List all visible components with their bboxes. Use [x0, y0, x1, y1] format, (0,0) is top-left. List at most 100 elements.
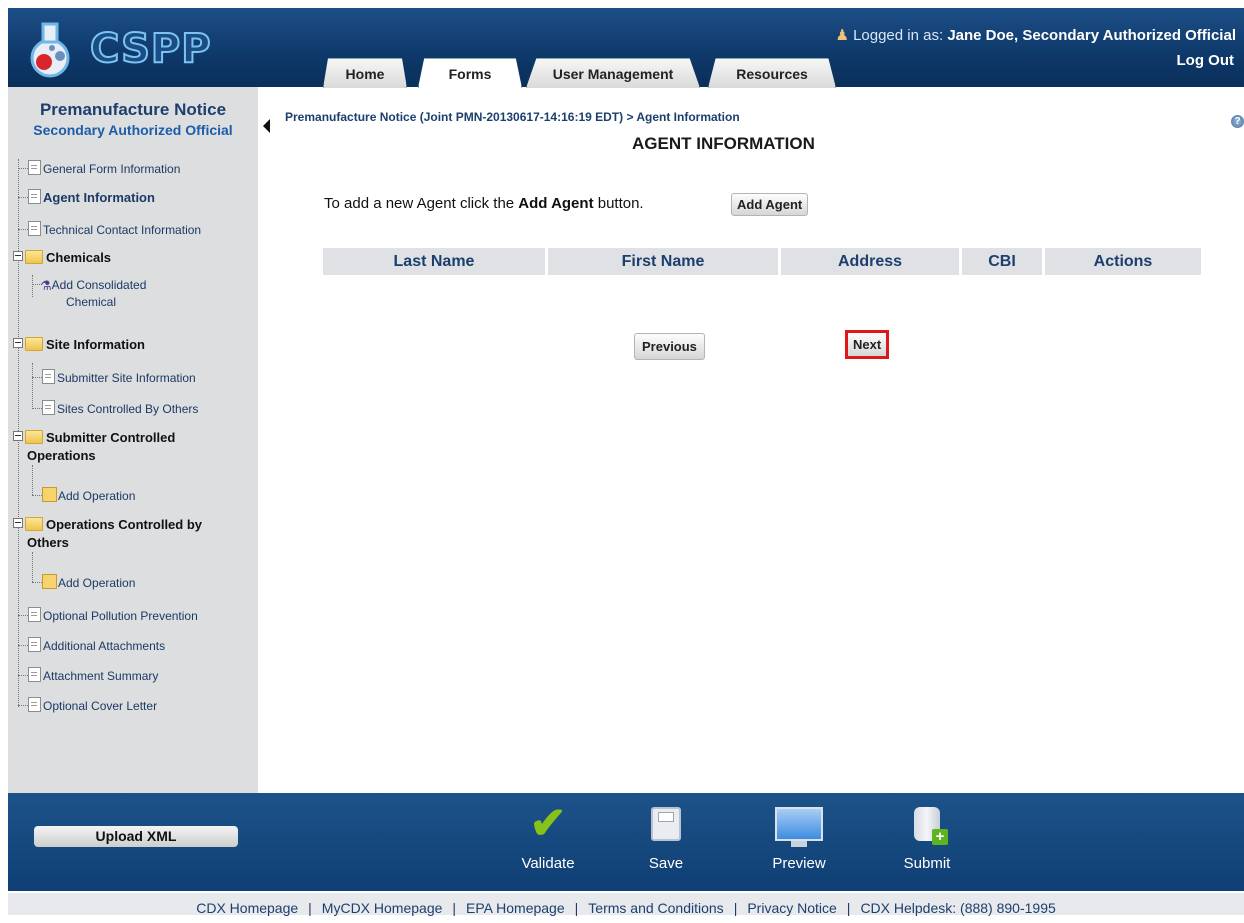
- checkmark-icon: ✔: [529, 799, 567, 848]
- save-button[interactable]: Save: [636, 799, 696, 872]
- tab-resources[interactable]: Resources: [708, 58, 836, 88]
- collapse-icon[interactable]: [13, 338, 23, 348]
- sidebar-item-operations-controlled-by-others[interactable]: Operations Controlled by Others: [13, 516, 202, 552]
- column-actions[interactable]: Actions: [1045, 248, 1201, 275]
- flask-icon: ⚗: [40, 278, 52, 293]
- epa-homepage-link[interactable]: EPA Homepage: [466, 900, 565, 916]
- sidebar-item-chemicals[interactable]: Chemicals: [13, 250, 111, 265]
- user-info: ♟ Logged in as: Jane Doe, Secondary Auth…: [835, 26, 1236, 44]
- sidebar-item-label: Additional Attachments: [43, 639, 166, 653]
- submit-button[interactable]: Submit: [894, 799, 960, 872]
- app-name: CSPP: [89, 25, 212, 73]
- sidebar-header: Premanufacture Notice Secondary Authoriz…: [8, 87, 258, 138]
- document-icon: [28, 160, 41, 175]
- validate-label: Validate: [521, 855, 575, 872]
- column-first-name[interactable]: First Name: [548, 248, 781, 275]
- monitor-icon: [775, 807, 823, 847]
- column-last-name[interactable]: Last Name: [323, 248, 548, 275]
- sidebar-item-agent-information[interactable]: Agent Information: [18, 189, 155, 205]
- terms-and-conditions-link[interactable]: Terms and Conditions: [588, 900, 723, 916]
- upload-xml-button[interactable]: Upload XML: [34, 826, 238, 847]
- save-label: Save: [648, 855, 684, 872]
- sidebar-item-optional-cover-letter[interactable]: Optional Cover Letter: [18, 697, 157, 713]
- sidebar-item-site-information[interactable]: Site Information: [13, 337, 145, 352]
- sidebar-item-label-line2: Chemical: [66, 295, 117, 309]
- document-icon: [28, 667, 41, 682]
- sidebar-item-label: Add Operation: [58, 576, 136, 590]
- footer-toolbar: Upload XML ✔ Validate Save Preview Submi…: [8, 793, 1244, 891]
- collapse-icon[interactable]: [13, 431, 23, 441]
- help-icon[interactable]: ?: [1231, 115, 1244, 128]
- tab-forms[interactable]: Forms: [418, 58, 522, 88]
- sidebar-item-label-line2: Operations: [27, 448, 96, 463]
- sidebar-subtitle: Secondary Authorized Official: [33, 122, 233, 138]
- sidebar-item-label: Sites Controlled By Others: [57, 402, 199, 416]
- document-icon: [42, 369, 55, 384]
- breadcrumb: Premanufacture Notice (Joint PMN-2013061…: [285, 110, 740, 124]
- instruction-text: To add a new Agent click the Add Agent b…: [324, 195, 644, 212]
- sidebar-item-label: Technical Contact Information: [43, 223, 202, 237]
- sidebar-item-add-operation-others[interactable]: Add Operation: [32, 574, 135, 590]
- sidebar: Premanufacture Notice Secondary Authoriz…: [8, 87, 270, 793]
- validate-button[interactable]: ✔ Validate: [513, 799, 583, 873]
- instruction-bold: Add Agent: [518, 195, 594, 212]
- sidebar-item-optional-pollution-prevention[interactable]: Optional Pollution Prevention: [18, 607, 198, 623]
- sidebar-item-sites-controlled-by-others[interactable]: Sites Controlled By Others: [32, 400, 198, 416]
- user-name: Jane Doe, Secondary Authorized Official: [947, 27, 1236, 44]
- document-icon: [28, 221, 41, 236]
- sidebar-item-add-operation-submitter[interactable]: Add Operation: [32, 487, 135, 503]
- collapse-icon[interactable]: [13, 518, 23, 528]
- floppy-disk-icon: [651, 807, 681, 841]
- sidebar-item-attachment-summary[interactable]: Attachment Summary: [18, 667, 158, 683]
- column-address[interactable]: Address: [781, 248, 962, 275]
- logout-link[interactable]: Log Out: [1177, 52, 1234, 69]
- sidebar-title: Premanufacture Notice: [39, 100, 227, 119]
- instruction-post: button.: [593, 195, 644, 212]
- sidebar-item-general-form-information[interactable]: General Form Information: [18, 160, 180, 176]
- sidebar-item-add-consolidated-chemical[interactable]: ⚗Add Consolidated Chemical: [32, 277, 146, 311]
- add-operation-icon: [42, 574, 57, 589]
- tab-user-management[interactable]: User Management: [526, 58, 700, 88]
- app-header: CSPP ♟ Logged in as: Jane Doe, Secondary…: [8, 8, 1244, 88]
- sidebar-item-submitter-site-information[interactable]: Submitter Site Information: [32, 369, 196, 385]
- user-icon: ♟: [835, 27, 849, 44]
- collapse-icon[interactable]: [13, 251, 23, 261]
- document-icon: [28, 607, 41, 622]
- document-icon: [28, 697, 41, 712]
- add-agent-button[interactable]: Add Agent: [731, 193, 809, 216]
- footer-links: CDX Homepage | MyCDX Homepage | EPA Homepage…: [8, 893, 1244, 916]
- sidebar-item-submitter-controlled-operations[interactable]: Submitter Controlled Operations: [13, 429, 175, 465]
- next-button[interactable]: Next: [845, 330, 890, 359]
- sidebar-item-label: Optional Cover Letter: [43, 699, 158, 713]
- privacy-notice-link[interactable]: Privacy Notice: [747, 900, 836, 916]
- sidebar-item-label: Operations Controlled by: [46, 517, 203, 532]
- logged-in-label: Logged in as:: [853, 27, 944, 44]
- folder-icon: [25, 517, 43, 531]
- flask-logo-icon: [30, 22, 70, 78]
- sidebar-item-additional-attachments[interactable]: Additional Attachments: [18, 637, 165, 653]
- sidebar-item-label-line2: Others: [27, 535, 69, 550]
- submit-label: Submit: [903, 855, 951, 872]
- previous-button[interactable]: Previous: [634, 333, 705, 360]
- sidebar-item-label: Submitter Controlled: [46, 430, 176, 445]
- add-operation-icon: [42, 487, 57, 502]
- folder-icon: [25, 430, 43, 444]
- instruction-pre: To add a new Agent click the: [324, 195, 519, 212]
- document-icon: [28, 637, 41, 652]
- preview-button[interactable]: Preview: [764, 799, 834, 872]
- folder-icon: [25, 337, 43, 351]
- cspp-logo[interactable]: CSPP: [22, 20, 212, 78]
- sidebar-item-label: Submitter Site Information: [57, 371, 196, 385]
- tab-home[interactable]: Home: [323, 58, 407, 88]
- cdx-homepage-link[interactable]: CDX Homepage: [196, 900, 298, 916]
- sidebar-item-label: Agent Information: [43, 190, 155, 205]
- cdx-helpdesk-link[interactable]: CDX Helpdesk: (888) 890-1995: [860, 900, 1055, 916]
- preview-label: Preview: [772, 855, 826, 872]
- sidebar-item-label: Add Operation: [58, 489, 136, 503]
- collapse-sidebar-icon[interactable]: [263, 119, 270, 133]
- sidebar-item-technical-contact-information[interactable]: Technical Contact Information: [18, 221, 201, 237]
- column-cbi[interactable]: CBI: [962, 248, 1045, 275]
- database-submit-icon: [914, 807, 948, 845]
- mycdx-homepage-link[interactable]: MyCDX Homepage: [322, 900, 443, 916]
- sidebar-item-label: Optional Pollution Prevention: [43, 609, 198, 623]
